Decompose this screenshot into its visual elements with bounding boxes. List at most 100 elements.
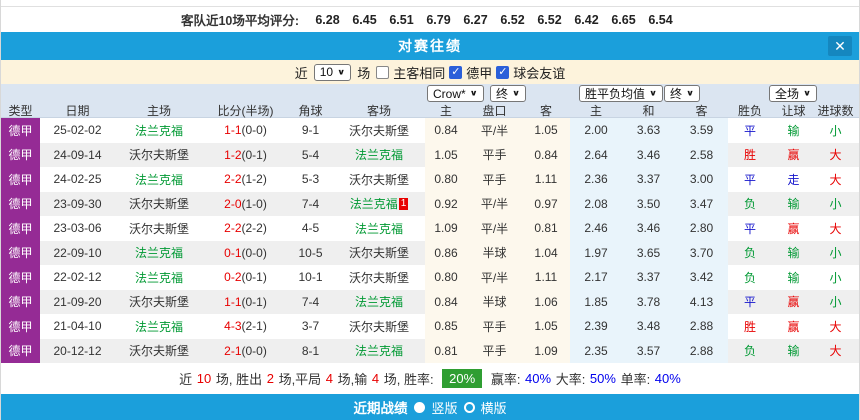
odds-away-cell: 0.81 (522, 216, 570, 241)
result-wdl-cell: 负 (728, 192, 772, 217)
table-row[interactable]: 德甲24-02-25法兰克福2-2(1-2)5-3沃尔夫斯堡0.80平手1.11… (1, 167, 859, 192)
full-time-score: 1-1 (224, 123, 241, 137)
avg-home-cell: 2.08 (570, 192, 622, 217)
full-match-value: 全场 (775, 85, 799, 102)
home-team-cell: 沃尔夫斯堡 (115, 216, 203, 241)
filter-checkbox-1[interactable] (449, 66, 462, 79)
column-header: 进球数 (815, 103, 856, 118)
corner-cell: 3-7 (288, 314, 333, 339)
table-row[interactable]: 德甲20-12-12沃尔夫斯堡2-1(0-0)8-1法兰克福0.81平手1.09… (1, 339, 859, 364)
handicap-cell: 半球 (467, 241, 522, 266)
result-goals-cell: 小 (815, 265, 856, 290)
odds-final-select[interactable]: 终 ∨ (490, 85, 526, 102)
table-row[interactable]: 德甲25-02-02法兰克福1-1(0-0)9-1沃尔夫斯堡0.84平/半1.0… (1, 118, 859, 143)
avg-draw-cell: 3.46 (622, 143, 675, 168)
score-cell: 2-2(2-2) (203, 216, 288, 241)
corner-cell: 7-4 (288, 290, 333, 315)
half-time-score: (0-0) (242, 246, 267, 260)
column-header: 主 (425, 103, 467, 118)
result-goals-cell: 大 (815, 339, 856, 364)
home-team-cell: 法兰克福 (115, 241, 203, 266)
half-time-score: (0-0) (242, 123, 267, 137)
corner-cell: 10-1 (288, 265, 333, 290)
avg-draw-cell: 3.63 (622, 118, 675, 143)
full-time-score: 2-2 (224, 221, 241, 235)
full-match-select[interactable]: 全场 ∨ (769, 85, 817, 102)
summary-text: 场,平局 (275, 369, 325, 388)
score-cell: 1-2(0-1) (203, 143, 288, 168)
result-handicap-cell: 输 (772, 265, 815, 290)
table-row[interactable]: 德甲21-09-20沃尔夫斯堡1-1(0-1)7-4法兰克福0.84半球1.06… (1, 290, 859, 315)
table-row[interactable]: 德甲24-09-14沃尔夫斯堡1-2(0-1)5-4法兰克福1.05平手0.84… (1, 143, 859, 168)
avg-final-select[interactable]: 终 ∨ (664, 85, 700, 102)
avg-away-cell: 4.13 (675, 290, 728, 315)
table-header: Crow* ∨ 终 ∨ 胜平负均值 ∨ 终 ∨ 全场 ∨ 类型日期主场比分(半场… (1, 84, 859, 118)
summary-text: 4 (326, 371, 333, 386)
corner-cell: 5-3 (288, 167, 333, 192)
result-wdl-cell: 胜 (728, 314, 772, 339)
table-row[interactable]: 德甲23-09-30沃尔夫斯堡2-0(1-0)7-4法兰克福10.92平/半0.… (1, 192, 859, 217)
odds-home-cell: 1.05 (425, 143, 467, 168)
result-goals-cell: 小 (815, 241, 856, 266)
chevron-down-icon: ∨ (512, 89, 520, 98)
league-cell: 德甲 (1, 118, 40, 143)
away-team-name: 沃尔夫斯堡 (349, 269, 409, 286)
home-team-cell: 沃尔夫斯堡 (115, 143, 203, 168)
table-row[interactable]: 德甲22-02-12法兰克福0-2(0-1)10-1沃尔夫斯堡0.80平/半1.… (1, 265, 859, 290)
league-cell: 德甲 (1, 143, 40, 168)
odds-company-select[interactable]: Crow* ∨ (427, 85, 484, 102)
match-count-value: 10 (320, 65, 333, 79)
avg-away-cell: 3.47 (675, 192, 728, 217)
corner-cell: 7-4 (288, 192, 333, 217)
avg-away-cell: 2.88 (675, 314, 728, 339)
summary-text: 50% (590, 371, 616, 386)
home-team-cell: 法兰克福 (115, 314, 203, 339)
filter-checkbox-label: 德甲 (466, 63, 492, 82)
score-cell: 2-2(1-2) (203, 167, 288, 192)
avg-draw-cell: 3.37 (622, 167, 675, 192)
away-team-name: 法兰克福 (355, 146, 403, 163)
avg-away-cell: 3.42 (675, 265, 728, 290)
corner-cell: 5-4 (288, 143, 333, 168)
league-cell: 德甲 (1, 241, 40, 266)
odds-home-cell: 0.85 (425, 314, 467, 339)
table-row[interactable]: 德甲23-03-06沃尔夫斯堡2-2(2-2)4-5法兰克福1.09平/半0.8… (1, 216, 859, 241)
full-time-score: 2-0 (224, 197, 241, 211)
layout-radio-0[interactable] (414, 402, 425, 413)
score-cell: 2-1(0-0) (203, 339, 288, 364)
layout-radio-1[interactable] (464, 402, 475, 413)
avg-away-cell: 2.80 (675, 216, 728, 241)
result-wdl-cell: 负 (728, 265, 772, 290)
filter-checkbox-2[interactable] (496, 66, 509, 79)
close-icon[interactable]: ✕ (828, 36, 852, 56)
column-header: 盘口 (467, 103, 522, 118)
league-cell: 德甲 (1, 216, 40, 241)
table-row[interactable]: 德甲22-09-10法兰克福0-1(0-0)10-5沃尔夫斯堡0.86半球1.0… (1, 241, 859, 266)
match-count-select[interactable]: 10 ∨ (314, 64, 351, 81)
odds-away-cell: 1.05 (522, 118, 570, 143)
score-cell: 1-1(0-1) (203, 290, 288, 315)
table-row[interactable]: 德甲21-04-10法兰克福4-3(2-1)3-7沃尔夫斯堡0.85平手1.05… (1, 314, 859, 339)
result-handicap-cell: 输 (772, 339, 815, 364)
filter-checkbox-0[interactable] (376, 66, 389, 79)
half-time-score: (2-1) (242, 319, 267, 333)
head-to-head-popup: 客队近10场平均评分: 6.286.456.516.796.276.526.52… (0, 0, 860, 420)
league-cell: 德甲 (1, 265, 40, 290)
column-header: 客场 (333, 103, 425, 118)
score-cell: 2-0(1-0) (203, 192, 288, 217)
full-time-score: 1-1 (224, 295, 241, 309)
summary-text: 近 (179, 369, 196, 388)
summary-text: 赢率: (487, 369, 524, 388)
date-cell: 23-03-06 (40, 216, 115, 241)
league-cell: 德甲 (1, 339, 40, 364)
match-rows: 德甲25-02-02法兰克福1-1(0-0)9-1沃尔夫斯堡0.84平/半1.0… (1, 118, 859, 363)
filter-checkboxes: 主客相同德甲球会友谊 (376, 63, 565, 82)
popup-title: 对赛往绩 (398, 36, 462, 56)
home-team-cell: 沃尔夫斯堡 (115, 339, 203, 364)
date-cell: 24-02-25 (40, 167, 115, 192)
handicap-cell: 平/半 (467, 118, 522, 143)
handicap-cell: 平手 (467, 339, 522, 364)
away-team-cell: 沃尔夫斯堡 (333, 265, 425, 290)
avg-select[interactable]: 胜平负均值 ∨ (579, 85, 663, 102)
handicap-cell: 平/半 (467, 192, 522, 217)
